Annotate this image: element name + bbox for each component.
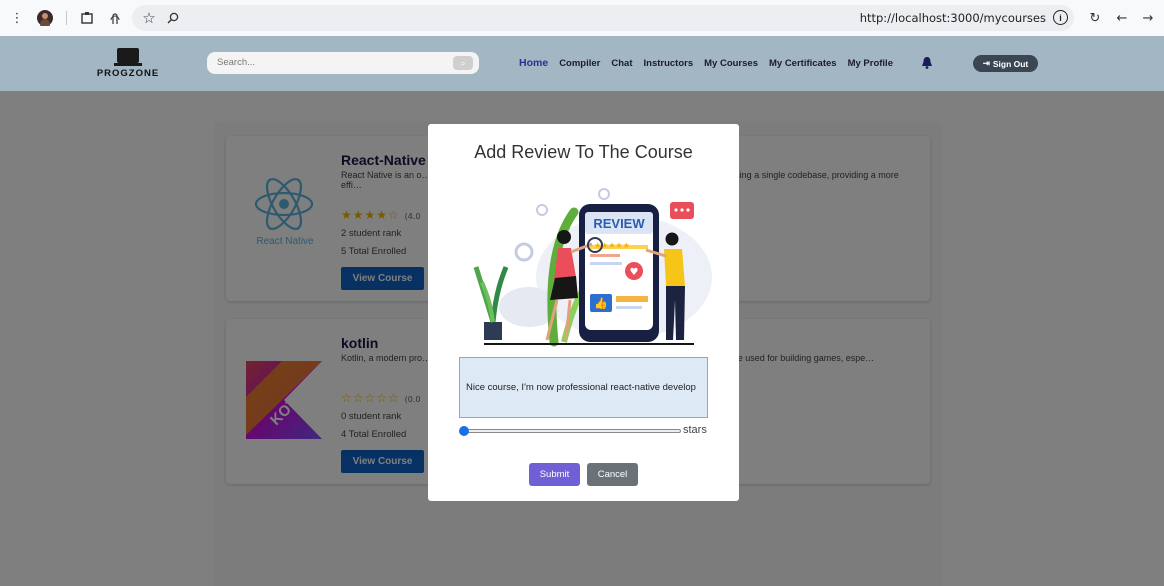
add-review-modal: Add Review To The Course REVIEW ★★★★★ ♥ … (428, 124, 739, 501)
slider-thumb[interactable] (459, 426, 469, 436)
touch-icon[interactable] (106, 9, 124, 27)
nav-chat[interactable]: Chat (611, 58, 632, 69)
search-box[interactable]: Search... ⌕ (207, 52, 479, 74)
slider-label: stars (683, 424, 707, 436)
cancel-button[interactable]: Cancel (587, 463, 638, 486)
nav-my-profile[interactable]: My Profile (848, 58, 893, 69)
menu-dots-icon[interactable]: ⋮ (8, 9, 26, 27)
forward-icon[interactable]: → (1139, 9, 1157, 27)
laptop-logo-icon (114, 48, 142, 66)
thumbs-up-icon: 👍 (594, 297, 608, 310)
address-bar[interactable]: ☆ http://localhost:3000/mycourses i (132, 5, 1074, 31)
toolbar-separator (66, 11, 67, 25)
sign-out-label: Sign Out (992, 58, 1029, 69)
nav-compiler[interactable]: Compiler (559, 58, 600, 69)
illustration-review-word: REVIEW (593, 216, 645, 231)
heart-icon: ♥ (630, 267, 639, 278)
bell-icon[interactable] (921, 56, 933, 69)
review-illustration: REVIEW ★★★★★ ♥ 👍 (473, 188, 712, 347)
submit-button[interactable]: Submit (529, 463, 580, 486)
browser-toolbar: ⋮ ☆ http://localhost:3000/mycourses i ↻ … (0, 0, 1164, 36)
extension-icon[interactable] (78, 9, 96, 27)
modal-title: Add Review To The Course (474, 142, 693, 162)
sign-out-icon: ⇥ (982, 58, 990, 68)
info-icon[interactable]: i (1053, 10, 1068, 25)
slider-track[interactable] (461, 429, 681, 433)
bookmark-star-icon[interactable]: ☆ (140, 9, 158, 27)
illustration-stars-icon: ★★★★★ (594, 241, 630, 250)
profile-icon[interactable] (36, 9, 54, 27)
main-menu: Home Compiler Chat Instructors My Course… (519, 57, 893, 69)
url-text[interactable]: http://localhost:3000/mycourses (860, 11, 1046, 25)
review-textarea[interactable]: Nice course, I'm now professional react-… (459, 357, 708, 418)
nav-instructors[interactable]: Instructors (644, 58, 694, 69)
search-icon[interactable]: ⌕ (453, 56, 473, 70)
back-icon[interactable]: ← (1113, 9, 1131, 27)
brand-logo[interactable]: PROGZONE (94, 48, 162, 79)
sign-out-button[interactable]: ⇥ Sign Out (973, 55, 1038, 72)
search-input[interactable]: Search... (217, 57, 255, 68)
nav-my-certificates[interactable]: My Certificates (769, 58, 837, 69)
nav-home[interactable]: Home (519, 57, 548, 69)
site-navbar: PROGZONE Search... ⌕ Home Compiler Chat … (0, 36, 1164, 91)
brand-name: PROGZONE (96, 68, 160, 79)
stars-slider[interactable]: stars (459, 424, 709, 438)
reload-icon[interactable]: ↻ (1086, 9, 1104, 27)
zoom-icon[interactable] (164, 9, 182, 27)
nav-my-courses[interactable]: My Courses (704, 58, 758, 69)
